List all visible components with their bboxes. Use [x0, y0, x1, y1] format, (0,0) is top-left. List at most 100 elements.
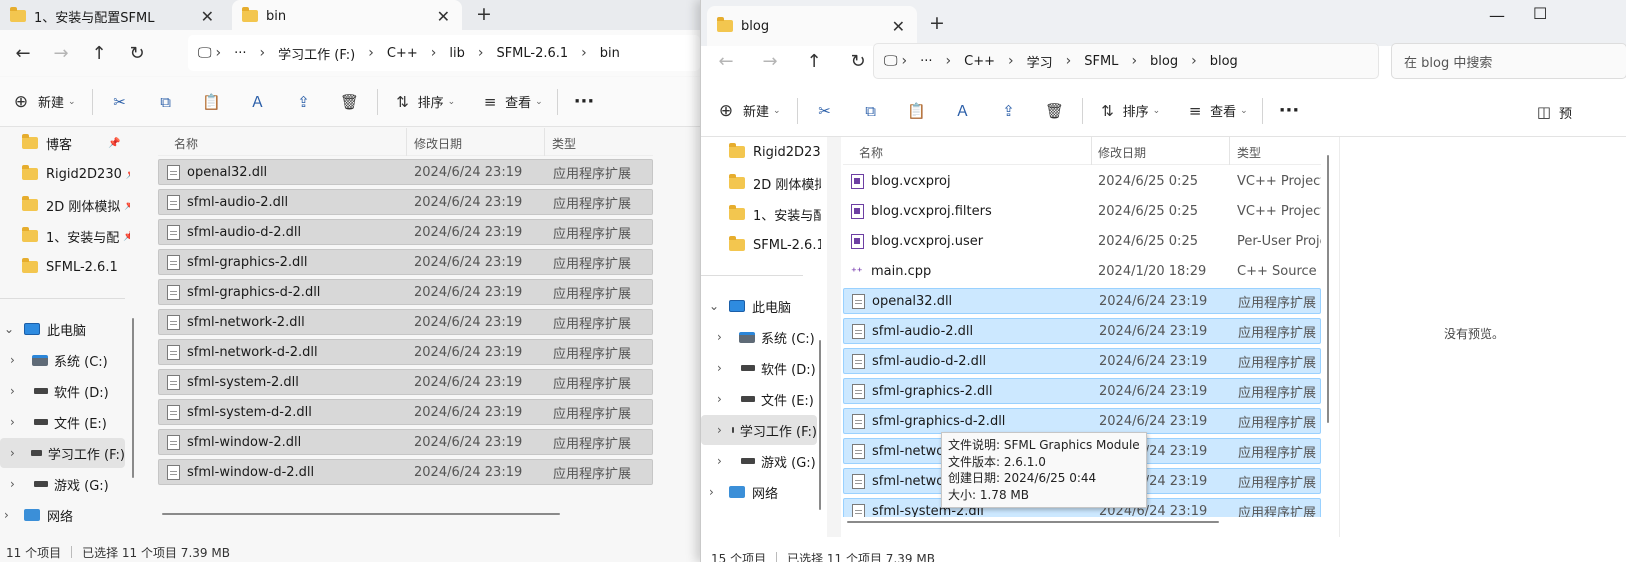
table-row[interactable]: sfml-graphics-d-2.dll 2024/6/24 23:19 应用程序… — [158, 279, 653, 305]
sidebar-item-drive-f[interactable]: › 学习工作 (F:) — [701, 415, 817, 445]
copy-icon[interactable]: ⧉ — [155, 91, 177, 113]
sidebar-item-drive-c[interactable]: › 系统 (C:) — [717, 322, 815, 352]
sidebar-item-drive-e[interactable]: › 文件 (E:) — [10, 407, 107, 437]
table-row[interactable]: sfml-audio-d-2.dll 2024/6/24 23:19 应用程序扩展 — [158, 219, 653, 245]
table-row[interactable]: sfml-audio-2.dll 2024/6/24 23:19 应用程序扩展 — [158, 189, 653, 215]
view-button[interactable]: ≡ 查看 ⌄ — [1184, 100, 1248, 122]
breadcrumb-segment[interactable]: blog — [1150, 54, 1178, 69]
table-row[interactable]: blog.vcxproj.user 2024/6/25 0:25 Per-User … — [843, 228, 1321, 254]
new-tab-icon[interactable]: + — [476, 3, 492, 25]
column-date[interactable]: 修改日期 — [1098, 144, 1146, 161]
column-name[interactable]: 名称 — [174, 135, 198, 152]
breadcrumb-segment[interactable]: blog — [1210, 54, 1238, 69]
sidebar-item-drive-g[interactable]: › 游戏 (G:) — [10, 469, 109, 499]
more-path-icon[interactable]: ··· — [234, 46, 246, 61]
column-date[interactable]: 修改日期 — [414, 135, 462, 152]
table-row[interactable]: sfml-graphics-d-2.dll 2024/6/24 23:19 应用程序… — [843, 408, 1321, 434]
paste-icon[interactable]: 📋 — [906, 100, 928, 122]
back-arrow-icon[interactable]: ← — [8, 43, 38, 64]
sidebar-item-drive-e[interactable]: › 文件 (E:) — [717, 384, 814, 414]
horizontal-scrollbar[interactable] — [162, 513, 560, 515]
table-row[interactable]: ⁺⁺ main.cpp 2024/1/20 18:29 C++ Source — [843, 258, 1321, 284]
up-arrow-icon[interactable]: ↑ — [799, 51, 829, 72]
forward-arrow-icon[interactable]: → — [46, 43, 76, 64]
table-row[interactable]: sfml-system-2.dll 2024/6/24 23:19 应用程序扩展 — [158, 369, 653, 395]
sidebar-folder-item[interactable]: Rigid2D23091 — [729, 137, 821, 167]
sort-button[interactable]: ⇅ 排序 ⌄ — [1097, 100, 1160, 122]
quick-access-item[interactable]: 1、安装与配 📌 — [22, 221, 130, 251]
table-row[interactable]: sfml-audio-2.dll 2024/6/24 23:19 应用程序扩展 — [843, 318, 1321, 344]
table-row[interactable]: sfml-network-2.dll 2024/6/24 23:19 应用程序扩展 — [158, 309, 653, 335]
sidebar-item-this-pc[interactable]: ⌄ 此电脑 — [709, 291, 791, 321]
close-tab-icon[interactable]: ✕ — [201, 7, 214, 26]
breadcrumb-segment[interactable]: 学习 — [1027, 52, 1053, 71]
quick-access-item[interactable]: 2D 刚体模拟📌 — [22, 190, 130, 220]
close-tab-icon[interactable]: ✕ — [892, 17, 905, 36]
table-row[interactable]: sfml-network-d-2.dll 2024/6/24 23:19 应用程序扩… — [158, 339, 653, 365]
tab-bin[interactable]: bin ✕ — [232, 0, 462, 32]
sidebar-folder-item[interactable]: SFML-2.6.1 — [729, 230, 821, 260]
table-row[interactable]: sfml-system-d-2.dll 2024/6/24 23:19 应用程序扩展 — [158, 399, 653, 425]
sidebar-scrollbar[interactable] — [819, 340, 821, 510]
column-divider[interactable] — [406, 128, 407, 156]
breadcrumb-segment[interactable]: bin — [600, 46, 620, 61]
column-divider[interactable] — [1229, 137, 1230, 165]
breadcrumb-segment[interactable]: 学习工作 (F:) — [278, 44, 355, 63]
back-arrow-icon[interactable]: ← — [711, 51, 741, 72]
delete-icon[interactable]: 🗑 — [1044, 100, 1066, 122]
address-bar[interactable]: 🖵 › ··· › C++ › 学习 › SFML › blog › blog — [873, 43, 1379, 79]
copy-icon[interactable]: ⧉ — [860, 100, 882, 122]
table-row[interactable]: blog.vcxproj.filters 2024/6/25 0:25 VC++ P… — [843, 198, 1321, 224]
preview-pane-button[interactable]: ◫ 预 — [1533, 101, 1572, 123]
view-button[interactable]: ≡ 查看 ⌄ — [479, 91, 543, 113]
sidebar-item-network[interactable]: › 网络 — [4, 500, 73, 530]
close-tab-icon[interactable]: ✕ — [437, 7, 450, 26]
quick-access-item[interactable]: Rigid2D230 📌 — [22, 159, 130, 189]
table-row[interactable]: sfml-graphics-2.dll 2024/6/24 23:19 应用程序扩展 — [843, 378, 1321, 404]
refresh-icon[interactable]: ↻ — [122, 43, 152, 64]
breadcrumb-segment[interactable]: lib — [449, 46, 464, 61]
quick-access-item[interactable]: 博客 📌 — [22, 128, 120, 158]
column-divider[interactable] — [1091, 137, 1092, 165]
column-type[interactable]: 类型 — [552, 135, 576, 152]
table-row[interactable]: sfml-window-d-2.dll 2024/6/24 23:19 应用程序扩展 — [158, 459, 653, 485]
table-row[interactable]: openal32.dll 2024/6/24 23:19 应用程序扩展 — [843, 288, 1321, 314]
sidebar-folder-item[interactable]: 2D 刚体模拟 (1 — [729, 168, 821, 198]
sidebar-item-drive-c[interactable]: › 系统 (C:) — [10, 345, 108, 375]
table-row[interactable]: openal32.dll 2024/6/24 23:19 应用程序扩展 — [158, 159, 653, 185]
up-arrow-icon[interactable]: ↑ — [84, 43, 114, 64]
forward-arrow-icon[interactable]: → — [755, 51, 785, 72]
minimize-icon[interactable]: — — [1489, 6, 1505, 25]
table-row[interactable]: sfml-graphics-2.dll 2024/6/24 23:19 应用程序扩展 — [158, 249, 653, 275]
paste-icon[interactable]: 📋 — [201, 91, 223, 113]
sidebar-item-drive-g[interactable]: › 游戏 (G:) — [717, 446, 816, 476]
share-icon[interactable]: ⇪ — [998, 100, 1020, 122]
table-row[interactable]: sfml-window-2.dll 2024/6/24 23:19 应用程序扩展 — [158, 429, 653, 455]
quick-access-item[interactable]: SFML-2.6.1 — [22, 252, 118, 282]
sidebar-scrollbar[interactable] — [132, 318, 134, 478]
table-row[interactable]: sfml-audio-d-2.dll 2024/6/24 23:19 应用程序扩展 — [843, 348, 1321, 374]
new-button[interactable]: ⊕ 新建 ⌄ — [715, 100, 781, 122]
horizontal-scrollbar[interactable] — [847, 521, 1219, 523]
more-options-icon[interactable]: ··· — [1279, 100, 1300, 121]
sort-button[interactable]: ⇅ 排序 ⌄ — [392, 91, 455, 113]
column-divider[interactable] — [544, 128, 545, 156]
new-button[interactable]: ⊕ 新建 ⌄ — [10, 91, 76, 113]
breadcrumb-segment[interactable]: SFML-2.6.1 — [496, 46, 568, 61]
sidebar-item-this-pc[interactable]: ⌄ 此电脑 — [4, 314, 86, 344]
breadcrumb-segment[interactable]: C++ — [964, 54, 995, 69]
column-type[interactable]: 类型 — [1237, 144, 1261, 161]
delete-icon[interactable]: 🗑 — [339, 91, 361, 113]
refresh-icon[interactable]: ↻ — [843, 51, 873, 72]
rename-icon[interactable]: Ａ — [952, 100, 974, 122]
rename-icon[interactable]: Ａ — [247, 91, 269, 113]
new-tab-icon[interactable]: + — [929, 12, 945, 34]
more-options-icon[interactable]: ··· — [574, 91, 595, 112]
cut-icon[interactable]: ✂ — [814, 100, 836, 122]
maximize-icon[interactable]: ☐ — [1533, 4, 1547, 23]
more-path-icon[interactable]: ··· — [920, 54, 932, 69]
sidebar-item-drive-d[interactable]: › 软件 (D:) — [717, 353, 816, 383]
sidebar-item-drive-f[interactable]: › 学习工作 (F:) — [0, 438, 125, 468]
address-bar[interactable]: 🖵 › ··· › 学习工作 (F:) › C++ › lib › SFML-2… — [188, 35, 700, 71]
column-name[interactable]: 名称 — [859, 144, 883, 161]
